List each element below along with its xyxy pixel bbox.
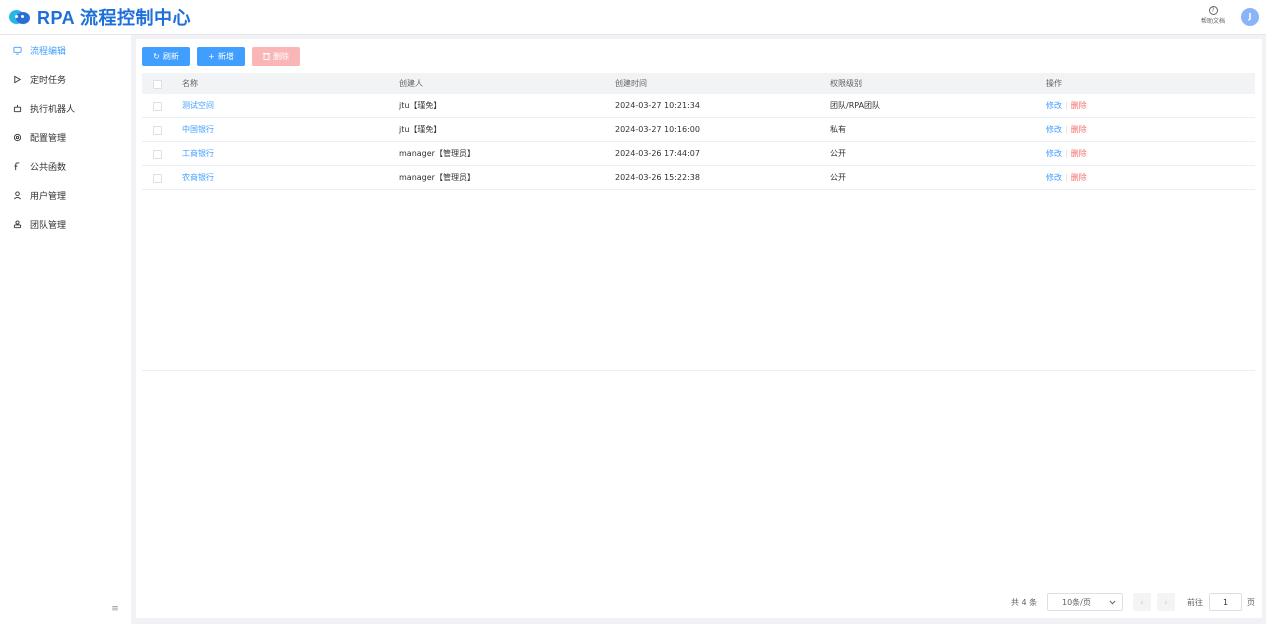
robot-logo-icon xyxy=(9,9,33,25)
sidebar: 流程编辑 定时任务 执行机器人 配置管理 公共函数 用户管理 团队管理 ≡ xyxy=(0,35,131,624)
next-page-button[interactable]: › xyxy=(1157,593,1175,611)
row-name-link[interactable]: 农商银行 xyxy=(182,166,214,189)
edit-link[interactable]: 修改 xyxy=(1046,148,1062,159)
row-name-link[interactable]: 测试空间 xyxy=(182,94,214,117)
row-ops: 修改 | 删除 xyxy=(1046,124,1087,135)
column-header-ops: 操作 xyxy=(1046,79,1062,88)
sidebar-item-functions[interactable]: 公共函数 xyxy=(0,152,131,180)
row-checkbox[interactable] xyxy=(153,125,162,135)
prev-page-button[interactable]: ‹ xyxy=(1133,593,1151,611)
column-header-name: 名称 xyxy=(182,79,198,88)
user-icon xyxy=(12,190,22,200)
select-all-checkbox[interactable] xyxy=(153,79,162,89)
row-creator: jtu【瑾免】 xyxy=(399,101,442,110)
row-name-link[interactable]: 中国银行 xyxy=(182,118,214,141)
team-icon xyxy=(12,219,22,229)
help-docs-button[interactable]: ? 帮助文档 xyxy=(1194,5,1232,31)
table-header: 名称 创建人 创建时间 权限级别 操作 xyxy=(142,73,1255,94)
page-unit-label: 页 xyxy=(1247,597,1255,607)
sidebar-item-label: 执行机器人 xyxy=(30,104,76,115)
sidebar-item-label: 团队管理 xyxy=(30,220,67,231)
goto-label: 前往 xyxy=(1187,597,1203,607)
sidebar-item-label: 定时任务 xyxy=(30,75,67,86)
play-icon xyxy=(12,74,22,84)
sidebar-item-robots[interactable]: 执行机器人 xyxy=(0,94,131,122)
app-logo[interactable]: RPA 流程控制中心 xyxy=(9,6,191,28)
table-row: 工商银行 manager【管理员】 2024-03-26 17:44:07 公开… xyxy=(142,142,1255,166)
sidebar-item-users[interactable]: 用户管理 xyxy=(0,181,131,209)
row-ops: 修改 | 删除 xyxy=(1046,148,1087,159)
row-ops: 修改 | 删除 xyxy=(1046,172,1087,183)
delete-link[interactable]: 删除 xyxy=(1071,148,1087,159)
robot-icon xyxy=(12,103,22,113)
plus-icon: + xyxy=(208,52,215,61)
column-header-permission: 权限级别 xyxy=(830,79,862,88)
function-icon xyxy=(12,161,22,171)
table-divider xyxy=(142,370,1255,371)
sidebar-item-label: 用户管理 xyxy=(30,191,67,202)
main-panel: ↻ 刷新 + 新增 删除 名称 创建人 创建时间 权限级别 操作 测试空间 jt… xyxy=(136,39,1262,618)
sidebar-item-process-edit[interactable]: 流程编辑 xyxy=(0,36,131,64)
row-permission: 公开 xyxy=(830,149,846,158)
add-button[interactable]: + 新增 xyxy=(197,47,245,66)
delete-link[interactable]: 删除 xyxy=(1071,124,1087,135)
delete-link[interactable]: 删除 xyxy=(1071,172,1087,183)
row-checkbox[interactable] xyxy=(153,149,162,159)
sidebar-item-config[interactable]: 配置管理 xyxy=(0,123,131,151)
column-header-creator: 创建人 xyxy=(399,79,423,88)
table-row: 中国银行 jtu【瑾免】 2024-03-27 10:16:00 私有 修改 | 删… xyxy=(142,118,1255,142)
sidebar-item-label: 配置管理 xyxy=(30,133,67,144)
pagination-total: 共 4 条 xyxy=(1011,597,1038,607)
refresh-icon: ↻ xyxy=(153,52,160,61)
refresh-button[interactable]: ↻ 刷新 xyxy=(142,47,190,66)
row-created-time: 2024-03-27 10:21:34 xyxy=(615,101,700,110)
row-permission: 团队/RPA团队 xyxy=(830,101,881,110)
table-row: 测试空间 jtu【瑾免】 2024-03-27 10:21:34 团队/RPA团… xyxy=(142,94,1255,118)
row-name-link[interactable]: 工商银行 xyxy=(182,142,214,165)
sidebar-item-label: 流程编辑 xyxy=(30,46,67,57)
row-creator: manager【管理员】 xyxy=(399,149,475,158)
help-circle-icon: ? xyxy=(1208,6,1218,15)
edit-link[interactable]: 修改 xyxy=(1046,172,1062,183)
help-docs-label: 帮助文档 xyxy=(1200,18,1225,25)
delete-button[interactable]: 删除 xyxy=(252,47,300,66)
page-size-select[interactable]: 10条/页 xyxy=(1047,593,1123,611)
sidebar-item-label: 公共函数 xyxy=(30,162,67,173)
row-ops: 修改 | 删除 xyxy=(1046,100,1087,111)
table-row: 农商银行 manager【管理员】 2024-03-26 15:22:38 公开… xyxy=(142,166,1255,190)
row-created-time: 2024-03-26 17:44:07 xyxy=(615,149,700,158)
row-creator: manager【管理员】 xyxy=(399,173,475,182)
menu-fold-icon[interactable]: ≡ xyxy=(110,604,120,614)
app-title: RPA 流程控制中心 xyxy=(37,8,192,28)
gear-icon xyxy=(12,132,22,142)
chevron-right-icon: › xyxy=(1164,597,1168,607)
chevron-left-icon: ‹ xyxy=(1140,597,1144,607)
edit-link[interactable]: 修改 xyxy=(1046,100,1062,111)
chevron-down-icon xyxy=(1109,598,1116,607)
row-creator: jtu【瑾免】 xyxy=(399,125,442,134)
sidebar-item-scheduled-tasks[interactable]: 定时任务 xyxy=(0,65,131,93)
column-header-created-time: 创建时间 xyxy=(615,79,647,88)
trash-icon xyxy=(263,52,270,62)
row-permission: 公开 xyxy=(830,173,846,182)
row-permission: 私有 xyxy=(830,125,846,134)
sidebar-item-teams[interactable]: 团队管理 xyxy=(0,210,131,238)
row-checkbox[interactable] xyxy=(153,101,162,111)
edit-link[interactable]: 修改 xyxy=(1046,124,1062,135)
delete-link[interactable]: 删除 xyxy=(1071,100,1087,111)
goto-page-input[interactable]: 1 xyxy=(1209,593,1242,611)
row-checkbox[interactable] xyxy=(153,173,162,183)
row-created-time: 2024-03-27 10:16:00 xyxy=(615,125,700,134)
top-header: RPA 流程控制中心 ? 帮助文档 J xyxy=(0,0,1266,35)
monitor-icon xyxy=(12,45,22,55)
row-created-time: 2024-03-26 15:22:38 xyxy=(615,173,700,182)
user-avatar[interactable]: J xyxy=(1241,8,1259,26)
